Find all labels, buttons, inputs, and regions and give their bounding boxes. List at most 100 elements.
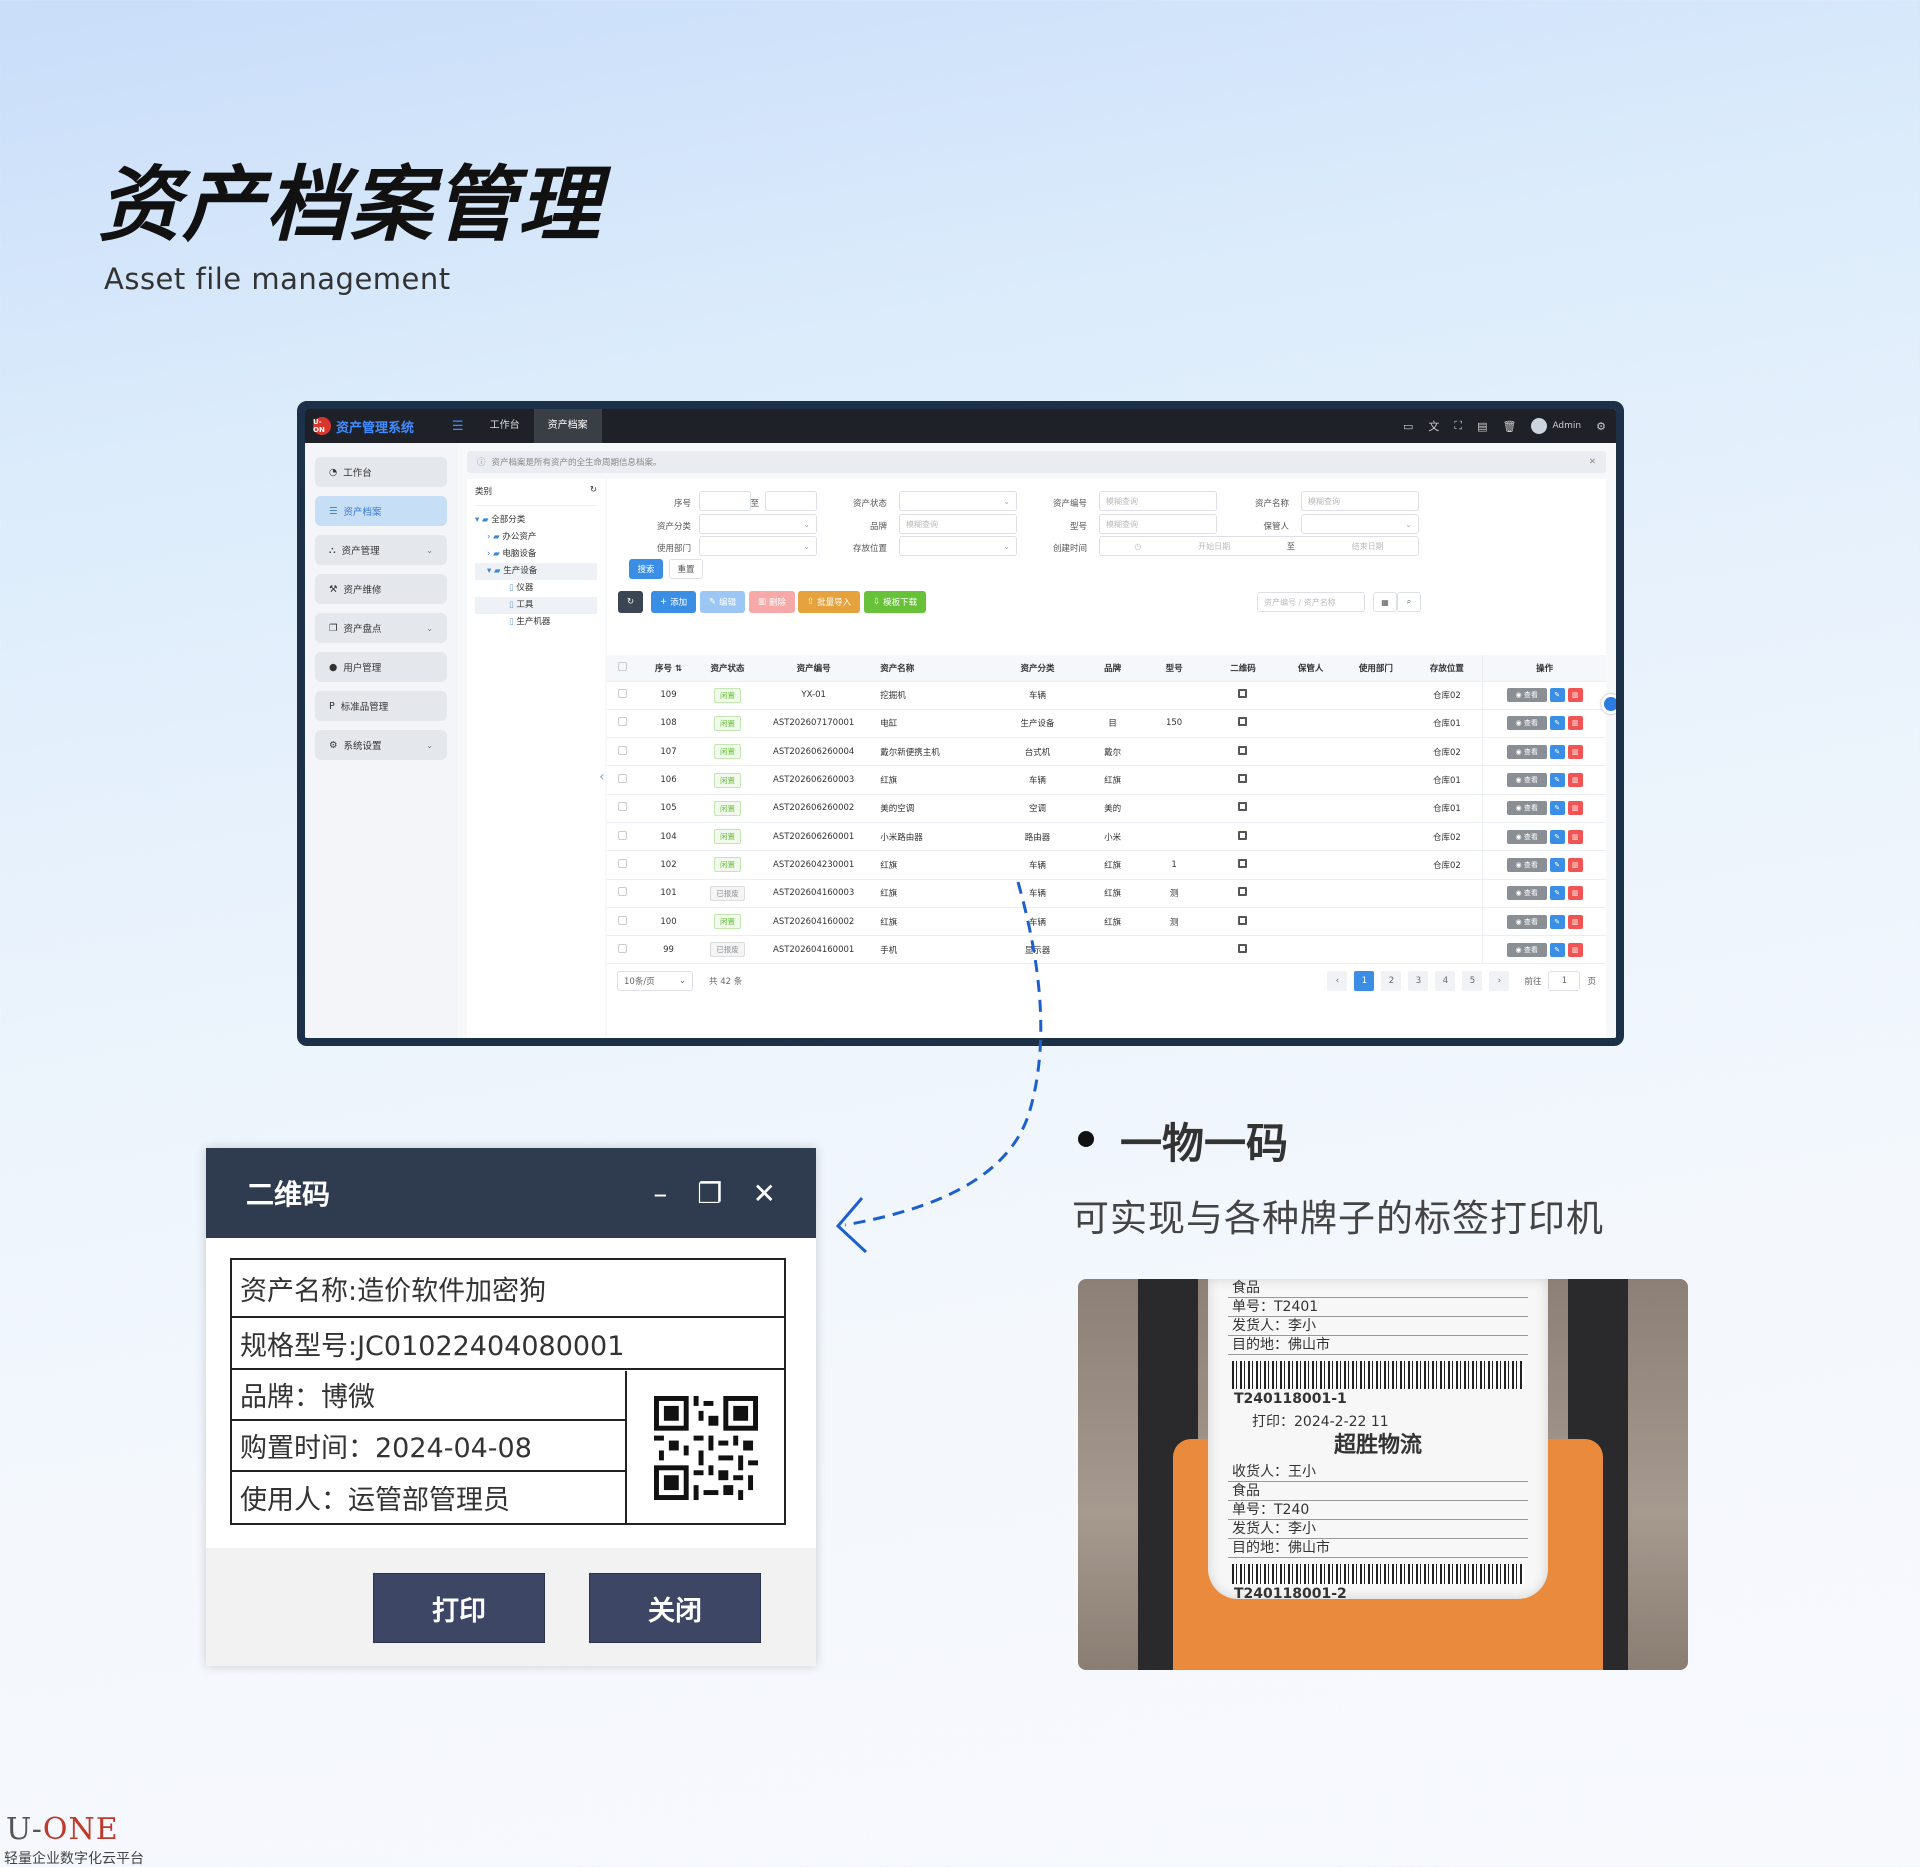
tab-workbench[interactable]: 工作台 bbox=[476, 409, 534, 443]
row-checkbox[interactable] bbox=[607, 737, 639, 767]
table-row[interactable]: 105 闲置 AST202606260002 美的空调 空调 美的 仓库01 ◉ 查看 ✎ ▥ bbox=[607, 794, 1606, 823]
qr-code-icon[interactable] bbox=[1238, 887, 1248, 897]
cell-qr[interactable] bbox=[1204, 737, 1282, 767]
tree-node[interactable]: ▯ 仪器 bbox=[475, 580, 597, 597]
model-input[interactable]: 模糊查询 bbox=[1099, 514, 1217, 534]
terminal-icon[interactable]: ▤ bbox=[1477, 420, 1487, 433]
page-number[interactable]: 2 bbox=[1381, 971, 1402, 991]
qr-code-icon[interactable] bbox=[1238, 774, 1248, 784]
close-button[interactable]: 关闭 bbox=[589, 1573, 761, 1643]
prev-page-button[interactable]: ‹ bbox=[1327, 971, 1348, 991]
row-checkbox[interactable] bbox=[607, 681, 639, 710]
view-button[interactable]: ◉ 查看 bbox=[1506, 886, 1547, 901]
tree-node[interactable]: ▯ 生产机器 bbox=[475, 614, 597, 631]
row-checkbox[interactable] bbox=[607, 850, 639, 880]
qr-code-icon[interactable] bbox=[1238, 858, 1248, 868]
collapse-left-icon[interactable]: ‹ bbox=[599, 769, 605, 785]
delete-row-button[interactable]: ▥ bbox=[1567, 829, 1583, 844]
table-row[interactable]: 99 已报废 AST202604160001 手机 显示器 ◉ 查看 ✎ ▥ bbox=[607, 935, 1606, 965]
table-row[interactable]: 106 闲置 AST202606260003 红旗 车辆 红旗 仓库01 ◉ 查看 ✎ ▥ bbox=[607, 765, 1606, 795]
sidebar-item-users[interactable]: ● 用户管理 bbox=[315, 652, 447, 682]
keeper-select[interactable]: ⌄ bbox=[1301, 514, 1419, 534]
code-input[interactable]: 模糊查询 bbox=[1099, 491, 1217, 511]
reset-button[interactable]: 重置 bbox=[669, 559, 703, 579]
view-button[interactable]: ◉ 查看 bbox=[1506, 688, 1547, 703]
brand[interactable]: U-ON 资产管理系统 bbox=[305, 417, 450, 436]
columns-icon[interactable]: ▦ bbox=[1373, 592, 1397, 612]
select-all-checkbox[interactable] bbox=[607, 655, 639, 682]
cell-qr[interactable] bbox=[1204, 765, 1282, 795]
cell-qr[interactable] bbox=[1204, 822, 1282, 852]
settings-icon[interactable]: ⚙ bbox=[1596, 420, 1606, 433]
edit-row-button[interactable]: ✎ bbox=[1549, 829, 1565, 844]
edit-row-button[interactable]: ✎ bbox=[1549, 942, 1565, 957]
row-checkbox[interactable] bbox=[607, 907, 639, 937]
edit-row-button[interactable]: ✎ bbox=[1549, 801, 1565, 816]
edit-row-button[interactable]: ✎ bbox=[1549, 857, 1565, 872]
view-button[interactable]: ◉ 查看 bbox=[1506, 801, 1547, 816]
add-button[interactable]: + 添加 bbox=[651, 591, 697, 613]
sidebar-item-standard[interactable]: P 标准品管理 bbox=[315, 691, 447, 721]
search-button[interactable]: 搜索 bbox=[629, 559, 663, 579]
page-number[interactable]: 4 bbox=[1435, 971, 1456, 991]
cell-qr[interactable] bbox=[1204, 879, 1282, 908]
qr-code-icon[interactable] bbox=[1238, 943, 1248, 953]
table-row[interactable]: 100 闲置 AST202604160002 红旗 车辆 红旗测 ◉ 查看 ✎ ▥ bbox=[607, 907, 1606, 937]
view-button[interactable]: ◉ 查看 bbox=[1506, 829, 1547, 844]
trash-icon[interactable]: 🗑 bbox=[1502, 420, 1516, 433]
translate-icon[interactable]: 文 bbox=[1428, 418, 1439, 434]
next-page-button[interactable]: › bbox=[1489, 971, 1510, 991]
delete-row-button[interactable]: ▥ bbox=[1567, 857, 1583, 872]
delete-row-button[interactable]: ▥ bbox=[1567, 688, 1583, 703]
minimize-icon[interactable]: – bbox=[653, 1177, 667, 1210]
view-button[interactable]: ◉ 查看 bbox=[1506, 773, 1547, 788]
sidebar-item-settings[interactable]: ⚙ 系统设置 ⌄ bbox=[315, 730, 447, 760]
category-select[interactable]: ⌄ bbox=[699, 514, 817, 534]
row-checkbox[interactable] bbox=[607, 822, 639, 852]
search-icon[interactable]: ⌕ bbox=[1397, 592, 1421, 612]
row-checkbox[interactable] bbox=[607, 709, 639, 739]
qr-code-icon[interactable] bbox=[1238, 745, 1248, 755]
user-menu[interactable]: Admin bbox=[1531, 418, 1581, 434]
edit-row-button[interactable]: ✎ bbox=[1549, 688, 1565, 703]
seq-to-input[interactable] bbox=[765, 491, 817, 511]
floating-help-button[interactable] bbox=[1601, 694, 1616, 714]
close-icon[interactable]: ✕ bbox=[1589, 457, 1596, 467]
delete-row-button[interactable]: ▥ bbox=[1567, 914, 1583, 929]
qr-code-icon[interactable] bbox=[1238, 830, 1248, 840]
date-range-input[interactable]: ◷ 开始日期 至 结束日期 bbox=[1099, 536, 1419, 556]
page-number[interactable]: 5 bbox=[1462, 971, 1483, 991]
print-button[interactable]: 打印 bbox=[373, 1573, 545, 1643]
name-input[interactable]: 模糊查询 bbox=[1301, 491, 1419, 511]
cell-qr[interactable] bbox=[1204, 907, 1282, 937]
row-checkbox[interactable] bbox=[607, 765, 639, 795]
maximize-icon[interactable]: ❐ bbox=[697, 1177, 722, 1210]
tree-node[interactable]: › ▰ 办公资产 bbox=[475, 529, 597, 546]
page-size-select[interactable]: 10条/页 ⌄ bbox=[617, 971, 693, 991]
table-row[interactable]: 107 闲置 AST202606260004 戴尔新便携主机 台式机 戴尔 仓库02 ◉ 查看… bbox=[607, 737, 1606, 767]
qr-code-icon[interactable] bbox=[1238, 915, 1248, 925]
row-checkbox[interactable] bbox=[607, 879, 639, 908]
sidebar-item-asset-archive[interactable]: ☰ 资产档案 bbox=[315, 496, 447, 526]
import-button[interactable]: ⇧ 批量导入 bbox=[798, 591, 861, 613]
sidebar-item-asset-inventory[interactable]: ❐ 资产盘点 ⌄ bbox=[315, 613, 447, 643]
delete-row-button[interactable]: ▥ bbox=[1567, 801, 1583, 816]
cell-qr[interactable] bbox=[1204, 794, 1282, 823]
qr-code-icon[interactable] bbox=[1238, 717, 1248, 727]
edit-row-button[interactable]: ✎ bbox=[1549, 886, 1565, 901]
tab-asset-archive[interactable]: 资产档案 bbox=[533, 409, 602, 443]
tree-node[interactable]: › ▰ 电脑设备 bbox=[475, 546, 597, 563]
location-select[interactable]: ⌄ bbox=[899, 536, 1017, 556]
qr-code-icon[interactable] bbox=[1238, 689, 1248, 699]
close-icon[interactable]: ✕ bbox=[753, 1177, 776, 1210]
dept-select[interactable]: ⌄ bbox=[699, 536, 817, 556]
row-checkbox[interactable] bbox=[607, 794, 639, 823]
table-row[interactable]: 104 闲置 AST202606260001 小米路由器 路由器 小米 仓库02 ◉ 查看 ✎ ▥ bbox=[607, 822, 1606, 852]
page-number[interactable]: 1 bbox=[1354, 971, 1375, 991]
status-select[interactable]: ⌄ bbox=[899, 491, 1017, 511]
tree-node[interactable]: ▯ 工具 bbox=[475, 597, 597, 614]
row-checkbox[interactable] bbox=[607, 935, 639, 965]
tree-node[interactable]: ▾ ▰ 生产设备 bbox=[475, 563, 597, 580]
page-number[interactable]: 3 bbox=[1408, 971, 1429, 991]
edit-row-button[interactable]: ✎ bbox=[1549, 716, 1565, 731]
